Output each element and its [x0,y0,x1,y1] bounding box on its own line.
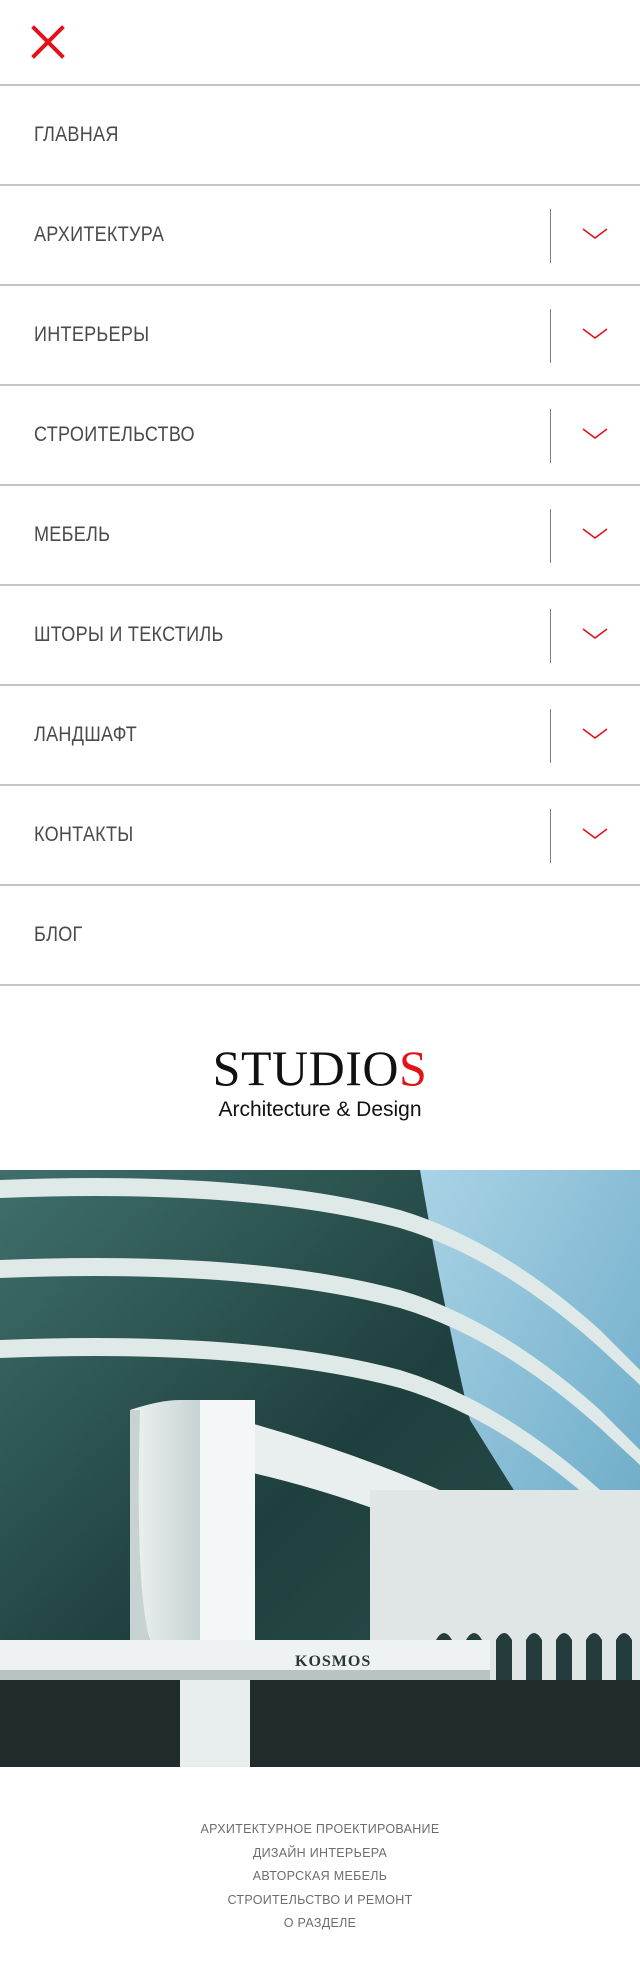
chevron-down-icon[interactable] [579,522,611,546]
menu-item-label[interactable]: ШТОРЫ И ТЕКСТИЛЬ [34,586,224,684]
menu-item-interiors[interactable]: ИНТЕРЬЕРЫ [0,286,640,386]
item-divider [550,709,551,763]
menu-item-architecture[interactable]: АРХИТЕКТУРА [0,186,640,286]
menu-item-furniture[interactable]: МЕБЕЛЬ [0,486,640,586]
menu-item-construction[interactable]: СТРОИТЕЛЬСТВО [0,386,640,486]
logo-subtitle: Architecture & Design [218,1098,422,1121]
main-menu: ГЛАВНАЯ АРХИТЕКТУРА ИНТЕРЬЕРЫ СТРОИТЕЛЬС… [0,84,640,986]
footer-links: АРХИТЕКТУРНОЕ ПРОЕКТИРОВАНИЕ ДИЗАЙН ИНТЕ… [0,1818,640,1936]
building-illustration: KOSMOS [0,1170,640,1767]
item-divider [550,609,551,663]
item-divider [550,409,551,463]
footer-link-construction-repair[interactable]: СТРОИТЕЛЬСТВО И РЕМОНТ [0,1889,640,1913]
chevron-down-icon[interactable] [579,222,611,246]
studios-logo[interactable]: STUDIOS Architecture & Design [0,1030,640,1130]
footer-link-author-furniture[interactable]: АВТОРСКАЯ МЕБЕЛЬ [0,1865,640,1889]
logo-wordmark-prefix: STUDIO [212,1040,399,1096]
logo-wordmark: STUDIOS [0,1040,640,1096]
item-divider [550,509,551,563]
menu-item-label[interactable]: МЕБЕЛЬ [34,486,110,584]
menu-item-label[interactable]: СТРОИТЕЛЬСТВО [34,386,195,484]
menu-item-label[interactable]: ЛАНДШАФТ [34,686,137,784]
chevron-down-icon[interactable] [579,722,611,746]
menu-item-label[interactable]: АРХИТЕКТУРА [34,186,164,284]
footer-link-about-section[interactable]: О РАЗДЕЛЕ [0,1912,640,1936]
menu-item-home[interactable]: ГЛАВНАЯ [0,86,640,186]
menu-item-curtains-textile[interactable]: ШТОРЫ И ТЕКСТИЛЬ [0,586,640,686]
menu-item-label[interactable]: ГЛАВНАЯ [34,86,119,184]
footer-link-interior-design[interactable]: ДИЗАЙН ИНТЕРЬЕРА [0,1842,640,1866]
item-divider [550,809,551,863]
item-divider [550,309,551,363]
hero-building-image: KOSMOS [0,1170,640,1767]
menu-item-landscape[interactable]: ЛАНДШАФТ [0,686,640,786]
menu-item-label[interactable]: ИНТЕРЬЕРЫ [34,286,149,384]
chevron-down-icon[interactable] [579,822,611,846]
menu-item-contacts[interactable]: КОНТАКТЫ [0,786,640,886]
close-button[interactable] [28,22,68,62]
logo-wordmark-accent: S [399,1040,428,1096]
footer-link-architectural-design[interactable]: АРХИТЕКТУРНОЕ ПРОЕКТИРОВАНИЕ [0,1818,640,1842]
item-divider [550,209,551,263]
chevron-down-icon[interactable] [579,622,611,646]
menu-item-label[interactable]: БЛОГ [34,886,83,984]
close-icon[interactable] [28,22,68,62]
building-sign-text: KOSMOS [295,1653,371,1670]
menu-item-label[interactable]: КОНТАКТЫ [34,786,133,884]
top-bar [0,0,640,84]
chevron-down-icon[interactable] [579,422,611,446]
menu-item-blog[interactable]: БЛОГ [0,886,640,986]
chevron-down-icon[interactable] [579,322,611,346]
